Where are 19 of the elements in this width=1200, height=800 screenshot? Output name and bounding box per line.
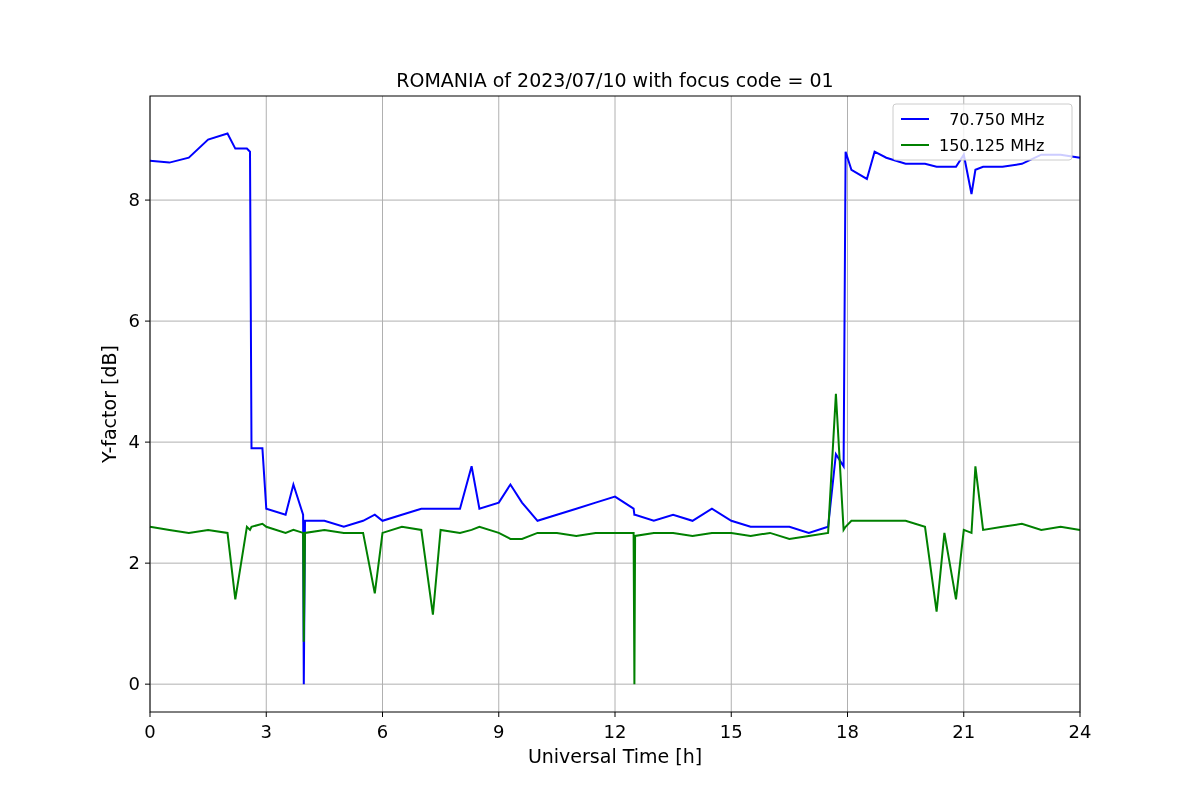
tick-label: 3 bbox=[260, 721, 272, 742]
x-axis-label: Universal Time [h] bbox=[527, 745, 703, 767]
tick-label: 12 bbox=[603, 721, 627, 742]
tick-label: 6 bbox=[128, 310, 140, 332]
tick-label: 0 bbox=[128, 673, 140, 695]
tick-label: 15 bbox=[719, 721, 743, 742]
tick-label: 21 bbox=[952, 721, 976, 742]
tick-label: 2 bbox=[128, 552, 140, 574]
chart-title: ROMANIA of 2023/07/10 with focus code = 01 bbox=[396, 69, 834, 91]
tick-label: 4 bbox=[128, 431, 140, 453]
tick-label: 24 bbox=[1068, 721, 1092, 742]
tick-label: 18 bbox=[836, 721, 859, 742]
legend-label: 150.125 MHz bbox=[939, 136, 1045, 155]
tick-label: 8 bbox=[128, 189, 140, 211]
tick-label: 9 bbox=[493, 721, 505, 742]
legend-label: 70.750 MHz bbox=[949, 110, 1045, 129]
y-axis-label: Y-factor [dB] bbox=[98, 345, 120, 463]
tick-label: 6 bbox=[376, 721, 389, 742]
tick-label: 0 bbox=[144, 721, 156, 742]
